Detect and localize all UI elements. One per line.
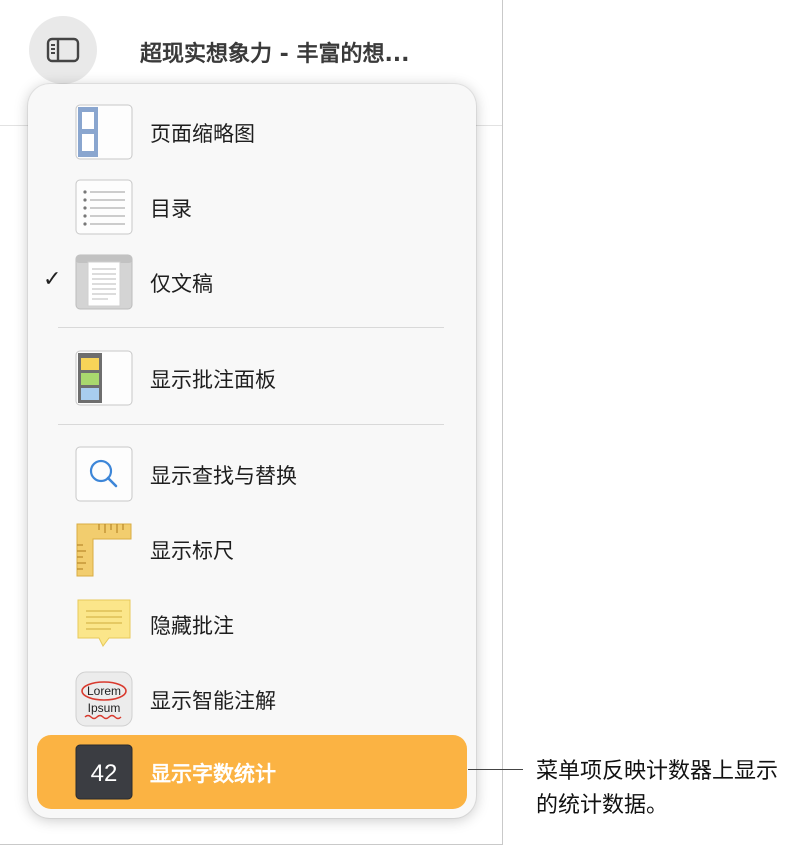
word-count-icon-number: 42 — [91, 760, 118, 787]
view-menu: 页面缩略图 目录 ✓ 仅文稿 显示批注面板 显示查找与替换 显示标尺 隐藏批注 … — [28, 84, 476, 818]
menu-item-label: 目录 — [150, 197, 192, 221]
menu-item-label: 隐藏批注 — [150, 614, 234, 638]
callout-leader-line — [468, 769, 523, 770]
menu-item-show-comments-pane[interactable]: 显示批注面板 — [37, 345, 467, 411]
sidebar-icon — [46, 37, 80, 63]
document-only-icon — [75, 254, 133, 310]
callout-text: 菜单项反映计数器上显示的统计数据。 — [536, 759, 779, 818]
table-of-contents-icon — [75, 179, 133, 235]
smart-annotations-icon: Lorem Ipsum — [75, 671, 133, 727]
menu-item-label: 显示查找与替换 — [150, 464, 297, 488]
word-count-icon: 42 — [75, 744, 133, 800]
document-title: 超现实想象力 - 丰富的想... — [140, 42, 410, 67]
comment-note-icon — [75, 596, 133, 652]
comments-pane-icon — [75, 350, 133, 406]
menu-item-show-word-count[interactable]: 42 显示字数统计 — [37, 735, 467, 809]
menu-item-table-of-contents[interactable]: 目录 — [37, 174, 467, 240]
menu-item-label: 显示标尺 — [150, 539, 234, 563]
smart-annotations-icon-text-1: Lorem — [87, 684, 121, 698]
menu-item-label: 页面缩略图 — [150, 122, 255, 146]
menu-item-label: 仅文稿 — [150, 272, 213, 296]
menu-item-show-find-replace[interactable]: 显示查找与替换 — [37, 441, 467, 507]
menu-item-label: 显示字数统计 — [150, 762, 276, 786]
page-thumbnails-icon — [75, 104, 133, 160]
menu-item-label: 显示批注面板 — [150, 368, 276, 392]
menu-item-document-only[interactable]: ✓ 仅文稿 — [37, 249, 467, 315]
menu-item-page-thumbnails[interactable]: 页面缩略图 — [37, 99, 467, 165]
menu-item-hide-comments[interactable]: 隐藏批注 — [37, 591, 467, 657]
menu-separator — [58, 424, 444, 425]
find-replace-icon — [75, 446, 133, 502]
checkmark-icon: ✓ — [43, 267, 62, 292]
menu-item-label: 显示智能注解 — [150, 689, 276, 713]
menu-item-show-ruler[interactable]: 显示标尺 — [37, 516, 467, 582]
sidebar-toggle-button[interactable] — [29, 16, 97, 84]
smart-annotations-icon-text-2: Ipsum — [88, 701, 121, 715]
menu-item-show-smart-annotations[interactable]: Lorem Ipsum 显示智能注解 — [37, 666, 467, 732]
menu-separator — [58, 327, 444, 328]
app-window: 超现实想象力 - 丰富的想... 页面缩略图 目录 ✓ 仅文稿 显示批注面板 显… — [0, 0, 503, 845]
ruler-icon — [75, 521, 133, 577]
